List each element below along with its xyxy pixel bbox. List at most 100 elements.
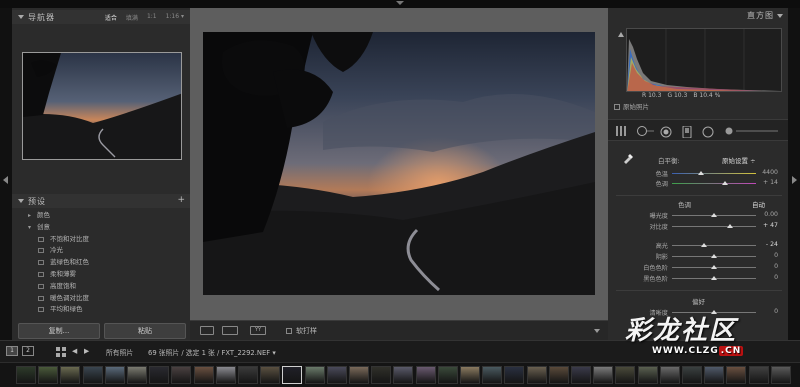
preset-item[interactable]: 平均和绿色 — [12, 304, 190, 316]
monitor-1-button[interactable]: 1 — [6, 346, 18, 356]
preset-item[interactable]: 冷光 — [12, 245, 190, 257]
filmstrip-thumbnail[interactable] — [304, 366, 325, 384]
zoom-1-1[interactable]: 1:1 — [147, 13, 157, 22]
filmstrip-thumbnail[interactable] — [16, 366, 36, 384]
preset-item[interactable]: 不饱和对比度 — [12, 234, 190, 246]
zoom-custom[interactable]: 1:16 ▾ — [166, 13, 184, 22]
filmstrip-thumbnail[interactable] — [682, 366, 702, 384]
spot-removal-icon[interactable] — [660, 126, 672, 138]
blacks-slider-knob[interactable] — [711, 276, 717, 280]
preset-folder[interactable]: ▾ 创意 — [12, 222, 190, 234]
filmstrip-thumbnail[interactable] — [504, 366, 525, 384]
tint-slider[interactable] — [672, 181, 756, 185]
whites-slider[interactable] — [672, 265, 756, 269]
filmstrip-thumbnail[interactable] — [326, 366, 347, 384]
grid-view-icon[interactable] — [56, 347, 66, 357]
preset-item[interactable]: 高度饱和 — [12, 281, 190, 293]
copy-button[interactable]: 复制... — [18, 323, 100, 339]
histogram-header[interactable]: 直方图 — [608, 8, 788, 22]
white-balance-select[interactable]: 原始设置 ÷ — [722, 155, 756, 165]
compare-view-icon[interactable] — [222, 326, 238, 335]
shadow-clipping-icon[interactable] — [618, 31, 624, 37]
filmstrip-thumbnail[interactable] — [571, 366, 591, 384]
histogram-graph[interactable] — [626, 28, 782, 92]
presets-header[interactable]: 预设 + — [12, 194, 190, 208]
filmstrip-thumbnail[interactable] — [748, 366, 769, 384]
monitor-2-button[interactable]: 2 — [22, 346, 34, 356]
crop-tool-icon[interactable] — [636, 126, 654, 136]
filmstrip-thumbnail[interactable] — [371, 366, 392, 384]
exposure-value[interactable]: 0.00 — [756, 211, 778, 218]
original-photo-checkbox[interactable] — [614, 104, 620, 110]
filmstrip-thumbnail[interactable] — [704, 366, 725, 384]
filmstrip-thumbnail[interactable] — [60, 366, 81, 384]
filmstrip-thumbnail[interactable] — [659, 366, 680, 384]
filmstrip-thumbnail[interactable] — [548, 366, 569, 384]
contrast-slider[interactable] — [672, 224, 756, 228]
contrast-slider-knob[interactable] — [727, 224, 733, 228]
filmstrip-thumbnail[interactable] — [593, 366, 614, 384]
collapse-top-icon[interactable] — [396, 1, 404, 5]
highlights-slider-knob[interactable] — [701, 243, 707, 247]
top-panel-toggle[interactable] — [0, 0, 800, 8]
paste-button[interactable]: 粘贴 — [104, 323, 186, 339]
zoom-fit[interactable]: 适合 — [105, 13, 117, 22]
contrast-value[interactable]: + 47 — [756, 222, 778, 229]
disclosure-icon[interactable]: ▾ — [28, 222, 31, 234]
eyedropper-icon[interactable] — [622, 152, 634, 164]
right-arrow-icon[interactable] — [792, 176, 797, 184]
tint-value[interactable]: + 14 — [756, 179, 778, 186]
filmstrip-thumbnail[interactable] — [615, 366, 636, 384]
loupe-view-icon[interactable] — [200, 326, 214, 335]
filmstrip-thumbnail[interactable] — [460, 366, 480, 384]
whites-slider-knob[interactable] — [711, 265, 717, 269]
photo-canvas[interactable] — [203, 32, 595, 295]
filmstrip-thumbnail[interactable] — [726, 366, 747, 384]
grid-tool-icon[interactable] — [616, 126, 630, 136]
filmstrip-thumbnail[interactable] — [260, 366, 281, 384]
temp-slider-knob[interactable] — [698, 171, 704, 175]
shadows-slider[interactable] — [672, 254, 756, 258]
filmstrip-thumbnail[interactable] — [393, 366, 414, 384]
auto-tone-button[interactable]: 自动 — [752, 199, 765, 209]
zoom-fill[interactable]: 填满 — [126, 13, 138, 22]
blacks-slider[interactable] — [672, 276, 756, 280]
filmstrip-info[interactable]: 69 张照片 / 选定 1 张 / FXT_2292.NEF ▾ — [148, 347, 276, 357]
right-panel-toggle[interactable] — [788, 8, 800, 340]
preset-folder[interactable]: ▸ 颜色 — [12, 210, 190, 222]
shadows-value[interactable]: 0 — [756, 252, 778, 259]
next-arrow-icon[interactable]: ▶ — [84, 347, 89, 355]
preset-item[interactable]: 蓝绿色和红色 — [12, 257, 190, 269]
red-eye-icon[interactable] — [682, 126, 692, 138]
filmstrip-thumbnail[interactable] — [127, 366, 147, 384]
expand-icon[interactable] — [777, 14, 783, 18]
clarity-value[interactable]: 0 — [756, 308, 778, 315]
filmstrip-thumbnail[interactable] — [482, 366, 503, 384]
navigator-header[interactable]: 导航器 适合 填满 1:1 1:16 ▾ — [12, 10, 190, 24]
expand-icon[interactable] — [18, 199, 24, 203]
filmstrip-thumbnail[interactable] — [526, 366, 547, 384]
disclosure-icon[interactable]: ▸ — [28, 210, 31, 222]
filmstrip-thumbnail[interactable] — [215, 366, 236, 384]
soft-proof-checkbox[interactable] — [286, 328, 292, 334]
exposure-slider[interactable] — [672, 213, 756, 217]
filmstrip-thumbnail[interactable] — [282, 366, 303, 384]
filmstrip-thumbnail[interactable] — [171, 366, 192, 384]
original-photo-toggle[interactable]: 原始照片 — [614, 101, 649, 111]
prev-arrow-icon[interactable]: ◀ — [72, 347, 77, 355]
filmstrip-thumbnail[interactable] — [349, 366, 369, 384]
temp-value[interactable]: 4400 — [756, 169, 778, 176]
filmstrip-thumbnail[interactable] — [38, 366, 59, 384]
temp-slider[interactable] — [672, 171, 756, 175]
add-preset-icon[interactable]: + — [177, 195, 185, 205]
shadows-slider-knob[interactable] — [711, 254, 717, 258]
radial-filter-icon[interactable] — [702, 126, 714, 138]
exposure-slider-knob[interactable] — [711, 213, 717, 217]
toolbar-menu-icon[interactable] — [594, 329, 600, 333]
preset-item[interactable]: 柔和薄雾 — [12, 269, 190, 281]
highlights-value[interactable]: - 24 — [756, 241, 778, 248]
adjustment-brush-icon[interactable] — [724, 126, 778, 136]
before-after-icon[interactable]: YY — [250, 326, 266, 335]
filmstrip-thumbnail[interactable] — [82, 366, 103, 384]
left-arrow-icon[interactable] — [3, 176, 8, 184]
